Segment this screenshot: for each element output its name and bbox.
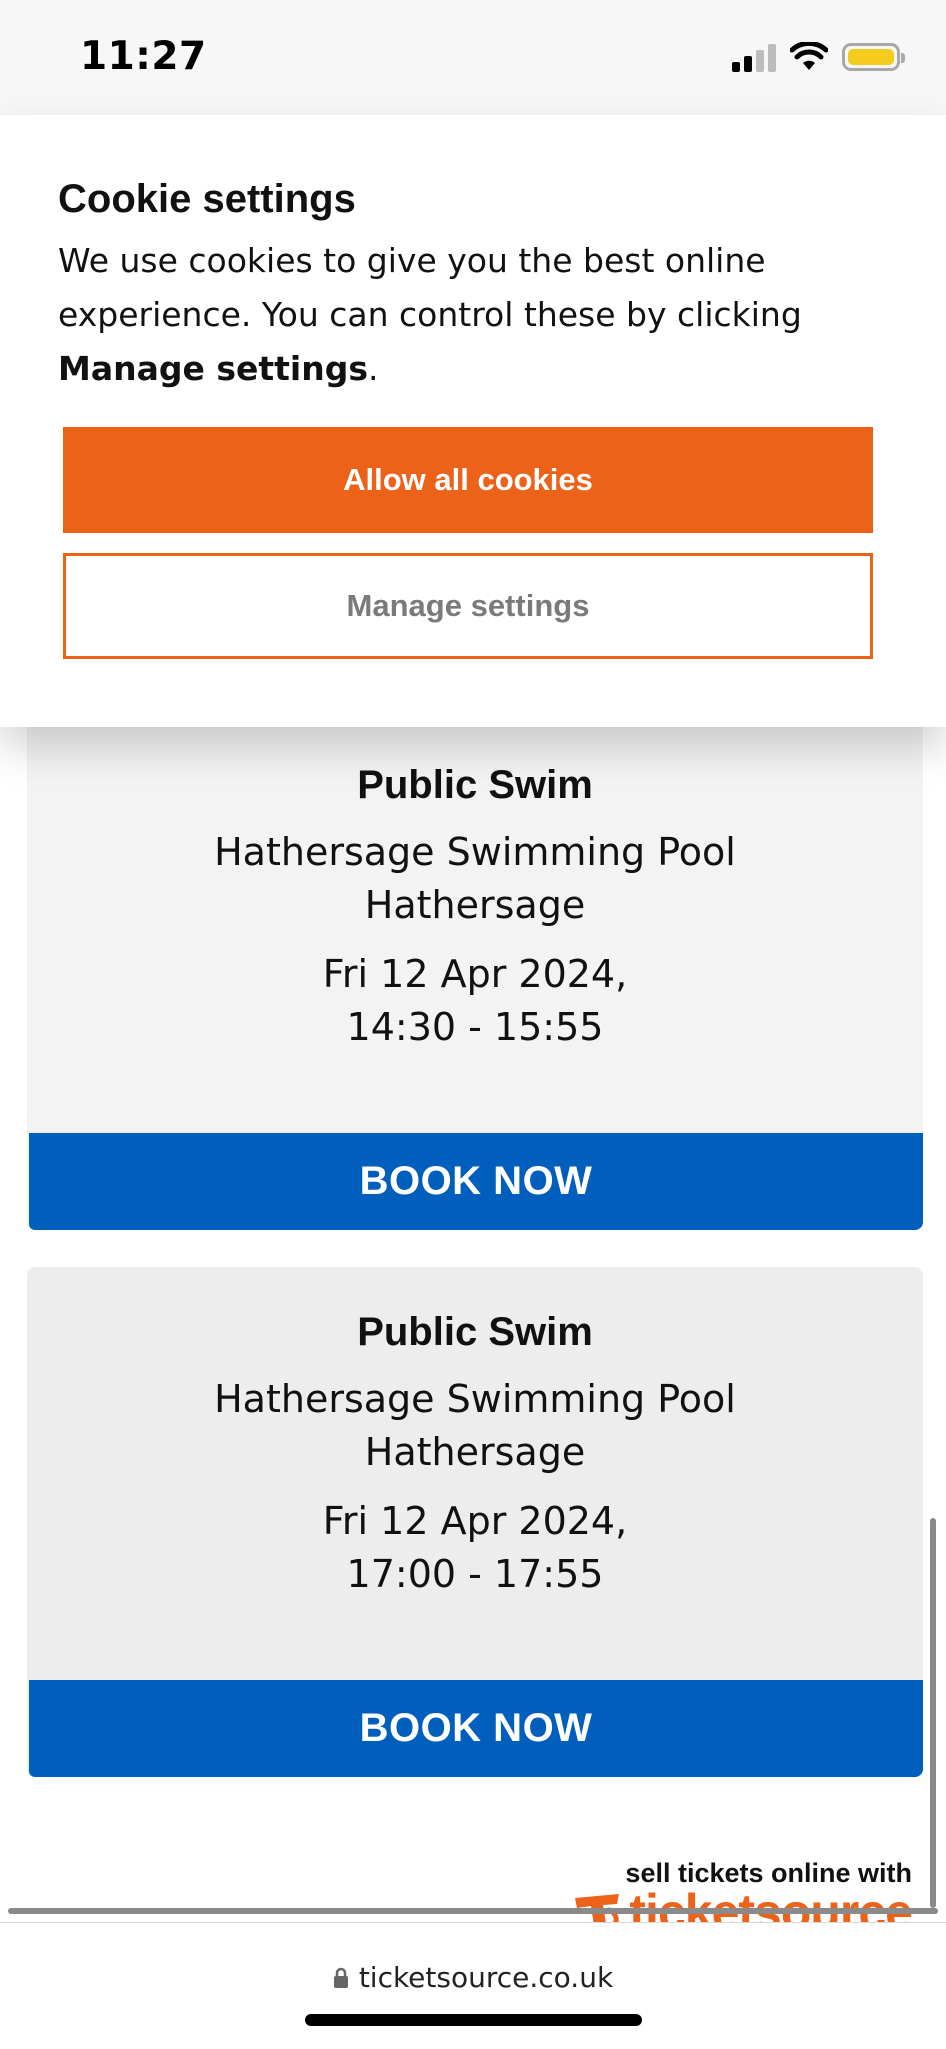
cookie-description: We use cookies to give you the best onli… — [58, 241, 802, 388]
allow-all-cookies-button[interactable]: Allow all cookies — [63, 427, 873, 533]
event-title: Public Swim — [357, 1310, 593, 1354]
event-title: Public Swim — [357, 763, 593, 807]
event-venue: Hathersage Swimming Pool — [214, 830, 736, 874]
event-date: Fri 12 Apr 2024, — [322, 1499, 628, 1543]
horizontal-scrollbar[interactable] — [8, 1908, 938, 1914]
cookie-banner: Cookie settings We use cookies to give y… — [0, 115, 946, 727]
status-time: 11:27 — [80, 34, 207, 79]
manage-settings-inline: Manage settings — [58, 349, 369, 388]
lock-icon — [333, 1967, 348, 1988]
book-now-button[interactable]: BOOK NOW — [29, 1133, 923, 1230]
status-bar: 11:27 — [0, 0, 946, 115]
manage-settings-button[interactable]: Manage settings — [63, 553, 873, 659]
wifi-icon — [790, 42, 828, 70]
battery-icon — [842, 43, 905, 71]
event-time: 14:30 - 15:55 — [346, 1005, 604, 1049]
cellular-signal-icon — [732, 42, 776, 72]
cookie-title: Cookie settings — [58, 177, 356, 221]
browser-url-bar[interactable]: ticketsource.co.uk — [0, 1922, 946, 2049]
url-text: ticketsource.co.uk — [358, 1961, 614, 1994]
event-details: Public Swim Hathersage Swimming Pool Hat… — [27, 1307, 923, 1601]
event-date: Fri 12 Apr 2024, — [322, 952, 628, 996]
event-time: 17:00 - 17:55 — [346, 1552, 604, 1596]
event-card: Public Swim Hathersage Swimming Pool Hat… — [27, 1267, 923, 1777]
event-venue: Hathersage Swimming Pool — [214, 1377, 736, 1421]
event-card: Public Swim Hathersage Swimming Pool Hat… — [27, 640, 923, 1230]
status-icons — [732, 42, 905, 72]
home-indicator[interactable] — [305, 2014, 642, 2026]
event-town: Hathersage — [364, 883, 586, 927]
vertical-scrollbar[interactable] — [930, 1518, 936, 1908]
event-details: Public Swim Hathersage Swimming Pool Hat… — [27, 760, 923, 1054]
book-now-button[interactable]: BOOK NOW — [29, 1680, 923, 1777]
event-town: Hathersage — [364, 1430, 586, 1474]
